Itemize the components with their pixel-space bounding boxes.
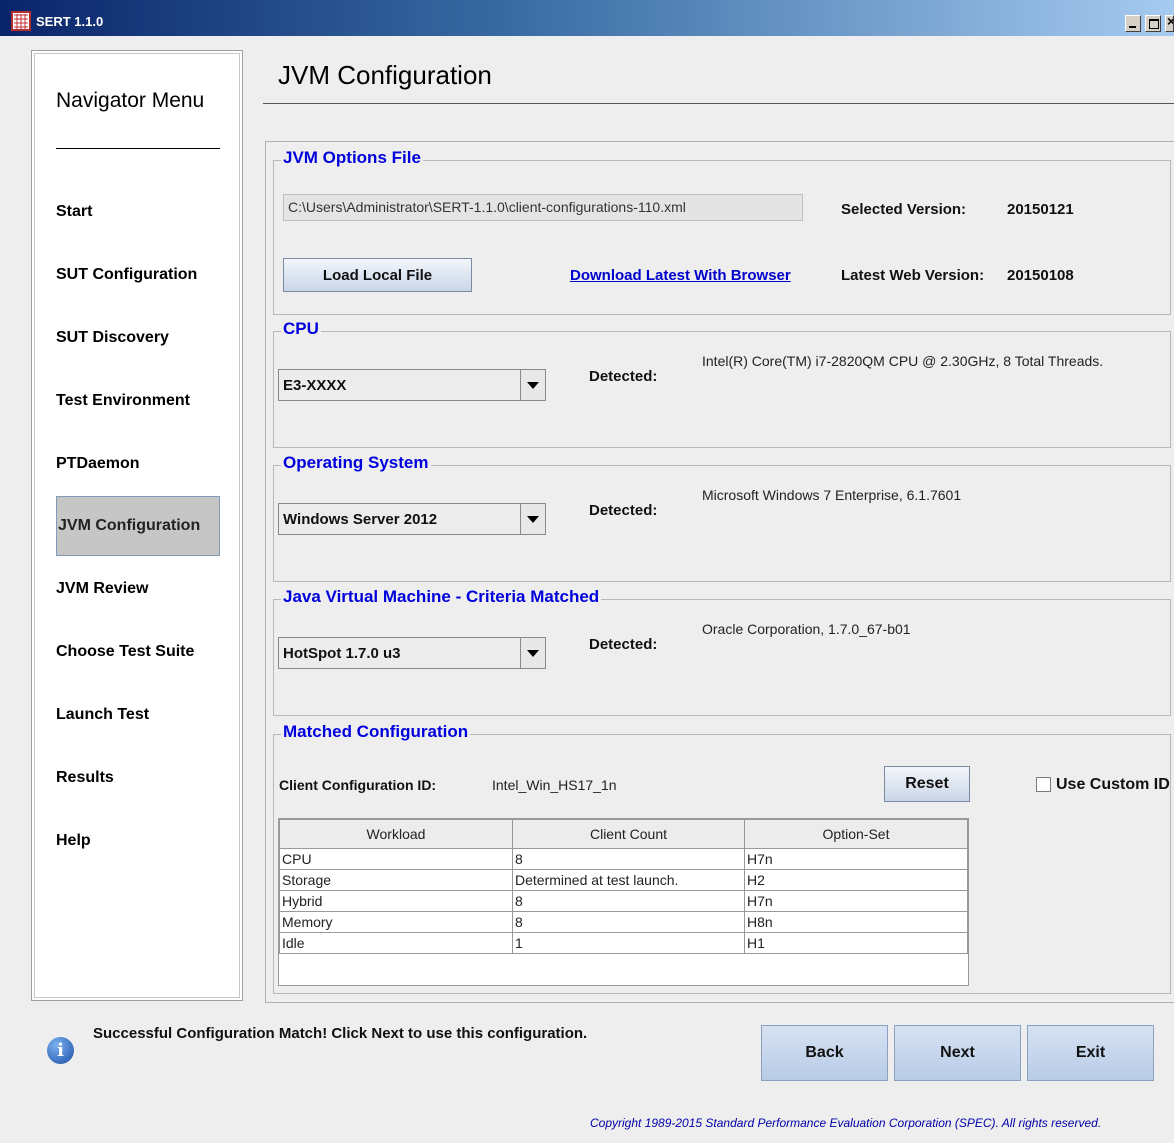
next-button[interactable]: Next: [894, 1025, 1021, 1081]
copyright-text: Copyright 1989-2015 Standard Performance…: [590, 1116, 1102, 1130]
reset-button[interactable]: Reset: [884, 766, 970, 802]
nav-item-sut-configuration[interactable]: SUT Configuration: [56, 266, 197, 284]
maximize-icon[interactable]: [1145, 15, 1161, 32]
navigator-menu: Navigator Menu Start SUT Configuration S…: [31, 50, 243, 1001]
group-title: Operating System: [281, 453, 431, 473]
table-cell: Idle: [279, 932, 513, 954]
page-title: JVM Configuration: [278, 60, 492, 90]
group-title: CPU: [281, 319, 321, 339]
nav-item-jvm-configuration[interactable]: JVM Configuration: [56, 496, 220, 556]
column-header-client-count[interactable]: Client Count: [512, 819, 745, 849]
jvm-options-file-group: JVM Options File C:\Users\Administrator\…: [273, 148, 1171, 315]
group-title: Java Virtual Machine - Criteria Matched: [281, 587, 602, 607]
minimize-icon[interactable]: [1125, 15, 1141, 32]
table-cell: Hybrid: [279, 890, 513, 912]
selected-version-label: Selected Version:: [841, 201, 967, 218]
cpu-group: CPU E3-XXXX Detected: Intel(R) Core(TM) …: [273, 319, 1171, 448]
options-file-path-field: C:\Users\Administrator\SERT-1.1.0\client…: [283, 194, 803, 221]
workload-table: Workload Client Count Option-Set CPU 8 H…: [279, 819, 968, 954]
table-cell: H7n: [744, 848, 968, 870]
table-cell: Determined at test launch.: [512, 869, 745, 891]
table-cell: 1: [512, 932, 745, 954]
back-button[interactable]: Back: [761, 1025, 888, 1081]
status-message: Successful Configuration Match! Click Ne…: [93, 1025, 588, 1042]
download-latest-link[interactable]: Download Latest With Browser: [570, 267, 791, 284]
column-header-option-set[interactable]: Option-Set: [744, 819, 968, 849]
jvm-detected-value: Oracle Corporation, 1.7.0_67-b01: [702, 621, 911, 637]
table-cell: Memory: [279, 911, 513, 933]
nav-item-help[interactable]: Help: [56, 832, 91, 850]
table-cell: Storage: [279, 869, 513, 891]
os-detected-value: Microsoft Windows 7 Enterprise, 6.1.7601: [702, 487, 962, 503]
window-controls: [1121, 15, 1174, 32]
table-row[interactable]: CPU 8 H7n: [279, 848, 968, 870]
latest-web-version-value: 20150108: [1007, 267, 1074, 284]
nav-item-sut-discovery[interactable]: SUT Discovery: [56, 329, 169, 347]
jvm-detected-label: Detected:: [589, 636, 658, 653]
os-select[interactable]: Windows Server 2012: [278, 503, 546, 535]
selected-version-value: 20150121: [1007, 201, 1074, 218]
client-configuration-id-label: Client Configuration ID:: [279, 777, 437, 793]
use-custom-id-label: Use Custom ID: [1056, 776, 1170, 793]
cpu-select-value: E3-XXXX: [283, 377, 347, 394]
window-title: SERT 1.1.0: [36, 14, 104, 29]
table-row[interactable]: Memory 8 H8n: [279, 911, 968, 933]
title-bar: SERT 1.1.0: [0, 0, 1174, 36]
jvm-select-value: HotSpot 1.7.0 u3: [283, 645, 401, 662]
nav-item-start[interactable]: Start: [56, 203, 92, 221]
cpu-select[interactable]: E3-XXXX: [278, 369, 546, 401]
table-cell: 8: [512, 890, 745, 912]
app-icon: [11, 11, 31, 31]
use-custom-id-checkbox[interactable]: [1036, 777, 1051, 792]
nav-item-choose-test-suite[interactable]: Choose Test Suite: [56, 643, 194, 661]
table-cell: H7n: [744, 890, 968, 912]
cpu-detected-value: Intel(R) Core(TM) i7-2820QM CPU @ 2.30GH…: [702, 353, 1104, 369]
cpu-detected-label: Detected:: [589, 368, 658, 385]
table-cell: 8: [512, 848, 745, 870]
column-header-workload[interactable]: Workload: [279, 819, 513, 849]
chevron-down-icon[interactable]: [520, 638, 545, 668]
nav-item-test-environment[interactable]: Test Environment: [56, 392, 190, 410]
divider: [263, 103, 1174, 104]
jvm-select[interactable]: HotSpot 1.7.0 u3: [278, 637, 546, 669]
divider: [56, 148, 220, 149]
chevron-down-icon[interactable]: [520, 370, 545, 400]
nav-item-jvm-review[interactable]: JVM Review: [56, 580, 148, 598]
table-header-row: Workload Client Count Option-Set: [279, 819, 968, 849]
table-row[interactable]: Storage Determined at test launch. H2: [279, 869, 968, 891]
group-title: JVM Options File: [281, 148, 423, 168]
table-row[interactable]: Idle 1 H1: [279, 932, 968, 954]
table-cell: H2: [744, 869, 968, 891]
chevron-down-icon[interactable]: [520, 504, 545, 534]
nav-item-results[interactable]: Results: [56, 769, 114, 787]
table-cell: 8: [512, 911, 745, 933]
table-cell: CPU: [279, 848, 513, 870]
operating-system-group: Operating System Windows Server 2012 Det…: [273, 453, 1171, 582]
table-row[interactable]: Hybrid 8 H7n: [279, 890, 968, 912]
close-icon[interactable]: [1165, 15, 1174, 32]
table-cell: H8n: [744, 911, 968, 933]
navigator-title: Navigator Menu: [56, 89, 205, 112]
exit-button[interactable]: Exit: [1027, 1025, 1154, 1081]
info-icon: i: [47, 1037, 74, 1064]
java-virtual-machine-group: Java Virtual Machine - Criteria Matched …: [273, 587, 1171, 716]
client-configuration-id-value: Intel_Win_HS17_1n: [492, 777, 617, 793]
load-local-file-button[interactable]: Load Local File: [283, 258, 472, 292]
os-detected-label: Detected:: [589, 502, 658, 519]
os-select-value: Windows Server 2012: [283, 511, 438, 528]
group-title: Matched Configuration: [281, 722, 471, 742]
nav-item-ptdaemon[interactable]: PTDaemon: [56, 455, 140, 473]
nav-item-launch-test[interactable]: Launch Test: [56, 706, 149, 724]
table-cell: H1: [744, 932, 968, 954]
latest-web-version-label: Latest Web Version:: [841, 267, 985, 284]
